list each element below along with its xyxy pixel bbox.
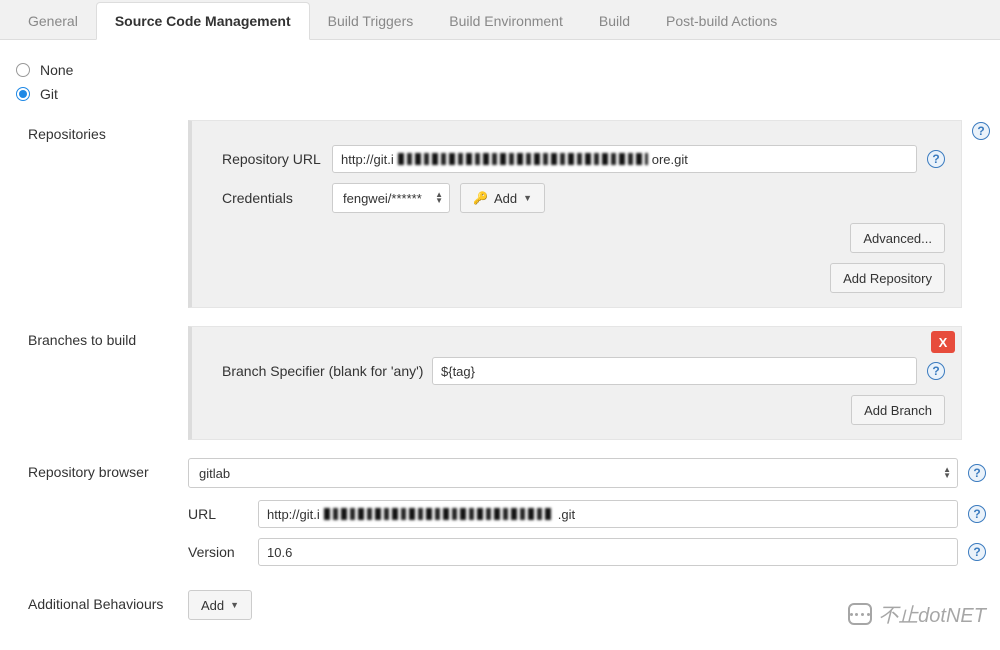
help-icon[interactable]: ? [972,122,990,140]
credentials-select[interactable]: fengwei/****** ▲▼ [332,183,450,213]
help-icon[interactable]: ? [968,464,986,482]
radio-icon [16,87,30,101]
add-credentials-label: Add [494,191,517,206]
remove-branch-button[interactable]: X [931,331,955,353]
add-branch-button[interactable]: Add Branch [851,395,945,425]
browser-url-suffix: .git [558,507,575,522]
scm-panel: None Git Repositories ? Repository URL h… [0,40,1000,650]
branch-specifier-label: Branch Specifier (blank for 'any') [222,363,432,379]
repo-url-prefix: http://git.i [341,152,394,167]
help-icon[interactable]: ? [927,150,945,168]
repo-browser-value: gitlab [199,466,230,481]
credentials-label: Credentials [222,190,332,206]
additional-behaviours-label: Additional Behaviours [28,590,188,612]
redacted-text [398,153,648,165]
tab-build[interactable]: Build [581,3,648,39]
radio-icon [16,63,30,77]
add-repository-button[interactable]: Add Repository [830,263,945,293]
chevron-down-icon: ▼ [523,193,532,203]
repo-url-suffix: ore.git [652,152,688,167]
section-additional-behaviours: Additional Behaviours Add ▼ [28,590,986,620]
scm-option-none[interactable]: None [16,62,986,78]
tab-build-triggers[interactable]: Build Triggers [310,3,432,39]
browser-url-label: URL [188,506,248,522]
browser-version-label: Version [188,544,248,560]
tab-general[interactable]: General [10,3,96,39]
tab-scm[interactable]: Source Code Management [96,2,310,40]
credentials-value: fengwei/****** [343,191,422,206]
help-icon[interactable]: ? [968,543,986,561]
branches-label: Branches to build [28,326,188,348]
add-credentials-button[interactable]: 🔑 Add ▼ [460,183,545,213]
browser-version-input[interactable] [258,538,958,566]
scm-option-none-label: None [40,62,73,78]
redacted-text [324,508,554,520]
chevron-down-icon: ▼ [230,600,239,610]
section-repositories: Repositories ? Repository URL http://git… [28,120,986,308]
key-icon: 🔑 [473,191,488,205]
browser-url-prefix: http://git.i [267,507,320,522]
updown-icon: ▲▼ [943,467,951,479]
config-tabs: General Source Code Management Build Tri… [0,0,1000,40]
repo-browser-label: Repository browser [28,458,188,480]
help-icon[interactable]: ? [968,505,986,523]
add-behaviour-button[interactable]: Add ▼ [188,590,252,620]
browser-url-row: URL http://git.i .git ? [28,500,986,528]
browser-url-input[interactable]: http://git.i .git [258,500,958,528]
tab-build-environment[interactable]: Build Environment [431,3,581,39]
updown-icon: ▲▼ [435,192,443,204]
repo-browser-select[interactable]: gitlab ▲▼ [188,458,958,488]
repo-url-label: Repository URL [222,151,332,167]
repositories-label: Repositories [28,120,188,142]
scm-option-git[interactable]: Git [16,86,986,102]
scm-option-git-label: Git [40,86,58,102]
repo-url-input[interactable]: http://git.i ore.git [332,145,917,173]
add-behaviour-label: Add [201,598,224,613]
branch-specifier-input[interactable] [432,357,917,385]
section-branches: Branches to build X Branch Specifier (bl… [28,326,986,440]
help-icon[interactable]: ? [927,362,945,380]
advanced-button[interactable]: Advanced... [850,223,945,253]
section-repo-browser: Repository browser gitlab ▲▼ ? [28,458,986,488]
tab-post-build[interactable]: Post-build Actions [648,3,795,39]
browser-version-row: Version ? [28,538,986,566]
